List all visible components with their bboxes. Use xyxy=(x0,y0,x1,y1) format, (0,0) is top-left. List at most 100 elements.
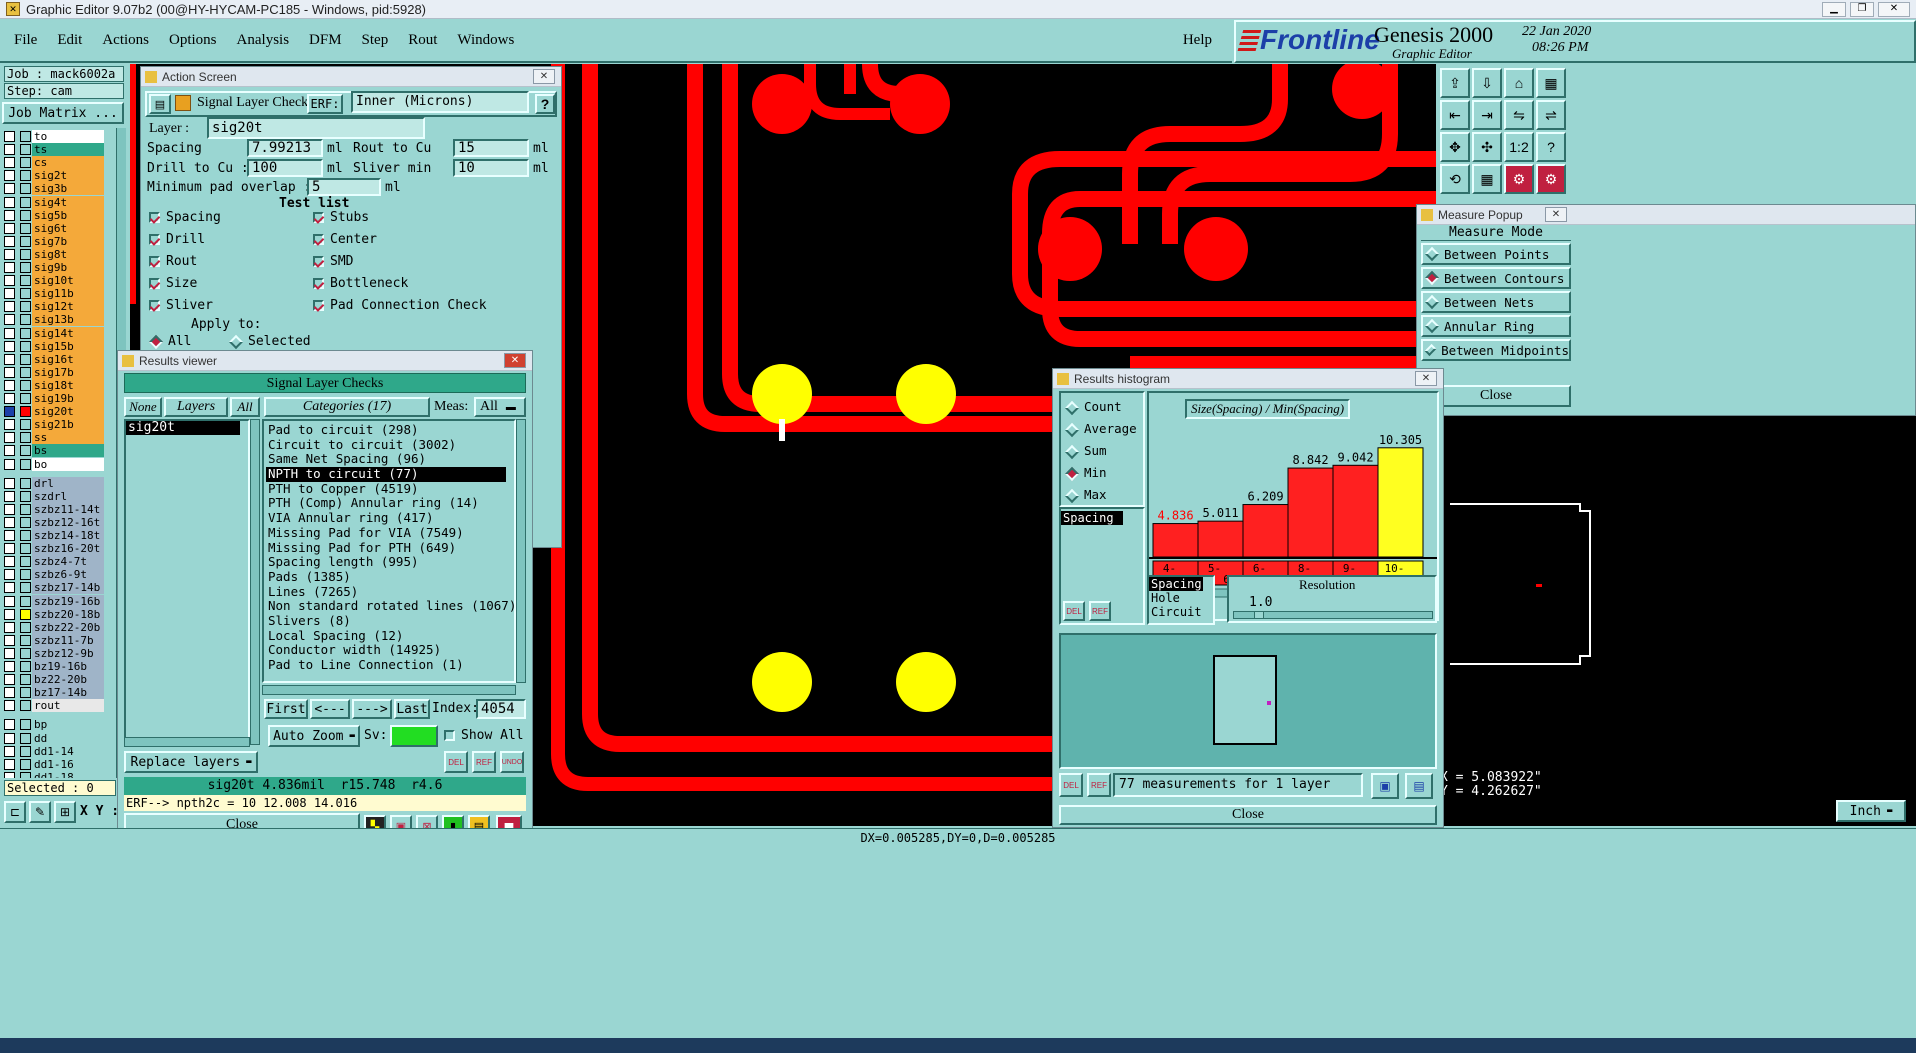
layer-checkbox[interactable] xyxy=(4,340,15,352)
category-item[interactable]: Pad to Line Connection (1) xyxy=(266,657,506,673)
histogram-type-item[interactable]: Circuit xyxy=(1149,605,1213,619)
layer-color-swatch[interactable] xyxy=(20,262,31,273)
menu-analysis[interactable]: Analysis xyxy=(237,32,290,49)
layer-color-swatch[interactable] xyxy=(20,366,31,378)
histogram-close-button[interactable]: Close xyxy=(1059,805,1437,825)
test-checkbox[interactable]: Drill xyxy=(149,232,205,247)
layer-color-swatch[interactable] xyxy=(20,530,31,541)
histogram-mode-radio[interactable]: Max xyxy=(1064,487,1107,503)
layer-color-swatch[interactable] xyxy=(20,445,31,457)
layer-color-swatch[interactable] xyxy=(20,516,31,528)
test-checkbox[interactable]: Pad Connection Check xyxy=(313,298,487,313)
category-list[interactable]: Pad to circuit (298) Circuit to circuit (… xyxy=(262,419,516,683)
layer-color-swatch[interactable] xyxy=(20,275,31,287)
spacing-field[interactable]: 7.99213 xyxy=(247,139,323,157)
layer-color-swatch[interactable] xyxy=(20,314,31,326)
layer-checkbox[interactable] xyxy=(4,314,15,326)
layer-color-swatch[interactable] xyxy=(20,157,31,169)
category-item[interactable]: Spacing length (995) xyxy=(266,554,506,570)
layer-checkbox[interactable] xyxy=(4,758,15,770)
histogram-close-x[interactable]: ✕ xyxy=(1415,371,1437,386)
histogram-bar[interactable] xyxy=(1197,520,1244,558)
layer-color-swatch[interactable] xyxy=(20,745,31,757)
layer-color-swatch[interactable] xyxy=(20,301,31,313)
hist-bottom-del-icon[interactable]: DEL xyxy=(1059,773,1083,797)
measure-option[interactable]: Annular Ring xyxy=(1421,315,1571,337)
apply-all-radio[interactable]: All xyxy=(148,334,191,349)
layer-checkbox[interactable] xyxy=(4,771,15,778)
menu-windows[interactable]: Windows xyxy=(457,32,514,49)
layer-checkbox[interactable] xyxy=(4,262,15,273)
mirror-icon[interactable]: ⇌ xyxy=(1536,100,1566,130)
layer-field[interactable]: sig20t xyxy=(207,117,425,139)
layer-checkbox[interactable] xyxy=(4,543,15,555)
undo-icon[interactable]: UNDO xyxy=(500,751,524,773)
layer-color-swatch[interactable] xyxy=(20,490,31,502)
layer-checkbox[interactable] xyxy=(4,556,15,568)
swap-icon[interactable]: ⇋ xyxy=(1504,100,1534,130)
histogram-mode-radio[interactable]: Min xyxy=(1064,465,1107,481)
menu-edit[interactable]: Edit xyxy=(57,32,82,49)
layer-color-swatch[interactable] xyxy=(20,634,31,646)
menu-file[interactable]: File xyxy=(14,32,37,49)
help-icon[interactable]: ? xyxy=(1536,132,1566,162)
layer-checkbox[interactable] xyxy=(4,477,15,489)
layer-color-swatch[interactable] xyxy=(20,379,31,391)
menu-rout[interactable]: Rout xyxy=(408,32,437,49)
category-item[interactable]: VIA Annular ring (417) xyxy=(266,510,506,526)
layer-checkbox[interactable] xyxy=(4,301,15,313)
layer-checkbox[interactable] xyxy=(4,222,15,234)
layer-checkbox[interactable] xyxy=(4,196,15,208)
grid-icon[interactable]: ⊞ xyxy=(54,801,76,823)
prev-button[interactable]: <--- xyxy=(310,699,350,719)
all-layers-button[interactable]: All xyxy=(230,397,260,417)
layer-checkbox[interactable] xyxy=(4,608,15,620)
help-button[interactable]: ? xyxy=(535,94,555,114)
layer-checkbox[interactable] xyxy=(4,432,15,444)
layer-checkbox[interactable] xyxy=(4,621,15,633)
measure-option[interactable]: Between Contours xyxy=(1421,267,1571,289)
meas-dropdown[interactable]: All ▬ xyxy=(474,397,526,417)
sliver-field[interactable]: 10 xyxy=(453,159,529,177)
measure-tool-icon[interactable]: ⊏ xyxy=(4,801,26,823)
last-button[interactable]: Last xyxy=(394,699,430,719)
layer-color-swatch[interactable] xyxy=(20,432,31,444)
layer-checkbox[interactable] xyxy=(4,661,15,672)
layer-checkbox[interactable] xyxy=(4,183,15,195)
histogram-type-item[interactable]: Spacing xyxy=(1149,577,1203,591)
layer-checkbox[interactable] xyxy=(4,366,15,378)
layer-checkbox[interactable] xyxy=(4,157,15,169)
layer-checkbox[interactable] xyxy=(4,419,15,431)
layer-checkbox[interactable] xyxy=(4,634,15,646)
layer-color-swatch[interactable] xyxy=(20,582,31,594)
layer-checkbox[interactable] xyxy=(4,674,15,686)
layer-checkbox[interactable] xyxy=(4,248,15,260)
layer-checkbox[interactable] xyxy=(4,732,15,744)
show-all-checkbox[interactable]: Show All xyxy=(444,728,524,743)
sv-color-dropdown[interactable] xyxy=(390,725,438,747)
layer-color-swatch[interactable] xyxy=(20,353,31,365)
hist-export-icon[interactable]: ▣ xyxy=(1371,773,1399,799)
menu-help[interactable]: Help xyxy=(1183,32,1212,49)
layer-checkbox[interactable] xyxy=(4,288,15,300)
histogram-bar[interactable] xyxy=(1152,523,1199,558)
layer-checkbox[interactable] xyxy=(4,170,15,182)
layer-color-swatch[interactable] xyxy=(20,661,31,672)
histogram-bar[interactable] xyxy=(1332,464,1379,558)
layer-checkbox[interactable] xyxy=(4,379,15,391)
category-item[interactable]: Missing Pad for PTH (649) xyxy=(266,540,506,556)
layer-color-swatch[interactable] xyxy=(20,235,31,247)
layer-color-swatch[interactable] xyxy=(20,700,31,712)
job-matrix-button[interactable]: Job Matrix ... xyxy=(2,102,124,124)
histogram-type-list[interactable]: Spacing Hole Circuit xyxy=(1147,575,1215,625)
layer-color-swatch[interactable] xyxy=(20,458,31,470)
measure-option[interactable]: Between Midpoints xyxy=(1421,339,1571,361)
category-item[interactable]: Lines (7265) xyxy=(266,584,506,600)
test-checkbox[interactable]: Size xyxy=(149,276,197,291)
layer-results-hscroll[interactable] xyxy=(124,737,250,747)
results-viewer-close-x[interactable]: ✕ xyxy=(504,353,526,368)
histogram-item-list[interactable]: Spacing DEL REF xyxy=(1059,507,1145,625)
layer-result-item[interactable]: sig20t xyxy=(126,421,240,435)
layer-color-swatch[interactable] xyxy=(20,543,31,555)
layer-color-swatch[interactable] xyxy=(20,647,31,659)
